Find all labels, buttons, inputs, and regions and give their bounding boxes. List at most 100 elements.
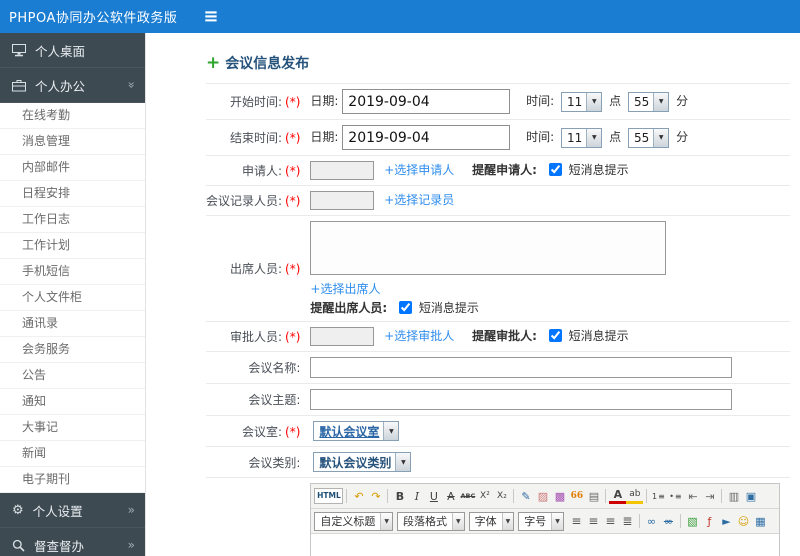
start-minute-select[interactable]: 55 ▼ xyxy=(627,91,670,112)
editor-toolbar-row2: 自定义标题 ▼ 段落格式 ▼ 字体 ▼ 字号 ▼ ≡ ≡ ≡ ≣ ∞ ∞ ▧ ƒ ► ☺ ▦ xyxy=(311,509,780,534)
separator xyxy=(346,489,348,503)
sidebar-item-supervision[interactable]: 督查督办 » xyxy=(0,528,145,556)
sidebar-item[interactable]: 电子期刊 xyxy=(0,467,145,493)
field-label: 会议类别: xyxy=(248,455,301,470)
select-approver-link[interactable]: +选择审批人 xyxy=(384,329,454,343)
chevron-right-icon: » xyxy=(127,503,135,517)
sidebar-item[interactable]: 会务服务 xyxy=(0,337,145,363)
indent-icon[interactable]: ⇥ xyxy=(701,487,718,506)
outdent-icon[interactable]: ⇤ xyxy=(684,487,701,506)
emoticon-icon[interactable]: ☺ xyxy=(735,512,752,531)
align-center-icon[interactable]: ≡ xyxy=(585,512,602,531)
remove-format-icon[interactable]: ABC xyxy=(459,487,476,506)
sidebar-header-label: 个人桌面 xyxy=(35,43,86,59)
field-label: 申请人: xyxy=(242,164,283,178)
eraser-icon[interactable]: ▨ xyxy=(534,487,551,506)
end-hour-select[interactable]: 11 ▼ xyxy=(561,127,603,148)
meeting-name-input[interactable] xyxy=(310,357,733,378)
meeting-room-select[interactable]: 默认会议室 ▼ xyxy=(313,421,400,441)
size-select[interactable]: 字号 ▼ xyxy=(518,511,564,531)
form-row-applicant: 申请人: (*) +选择申请人 提醒申请人: 短消息提示 xyxy=(206,156,790,186)
editor-content[interactable] xyxy=(311,534,780,556)
strikethrough-icon[interactable]: A xyxy=(442,487,459,506)
table-icon[interactable]: ▦ xyxy=(752,512,769,531)
sidebar-item[interactable]: 日程安排 xyxy=(0,181,145,207)
select-recorder-link[interactable]: +选择记录员 xyxy=(384,193,454,207)
select-value: 55 xyxy=(633,94,650,109)
meeting-category-select[interactable]: 默认会议类别 ▼ xyxy=(313,452,412,472)
applicant-input[interactable] xyxy=(310,161,375,180)
heading-select[interactable]: 自定义标题 ▼ xyxy=(314,511,394,531)
bold-icon[interactable]: B xyxy=(391,487,408,506)
separator xyxy=(638,514,640,528)
undo-icon[interactable]: ↶ xyxy=(350,487,367,506)
sms-remind-checkbox[interactable] xyxy=(399,301,413,314)
time-label: 时间: xyxy=(526,94,555,108)
sidebar-item[interactable]: 消息管理 xyxy=(0,129,145,155)
underline-icon[interactable]: U xyxy=(425,487,442,506)
attendees-textarea[interactable] xyxy=(310,221,667,275)
time-label: 时间: xyxy=(526,130,555,144)
fullscreen-icon[interactable]: ▣ xyxy=(742,487,759,506)
form-row-meeting-name: 会议名称: xyxy=(206,352,790,384)
palette-icon[interactable]: ▩ xyxy=(551,487,568,506)
align-right-icon[interactable]: ≡ xyxy=(602,512,619,531)
unlink-icon[interactable]: ∞ xyxy=(660,512,677,531)
sidebar-item[interactable]: 工作计划 xyxy=(0,233,145,259)
start-date-input[interactable] xyxy=(342,89,511,114)
sidebar-item[interactable]: 通知 xyxy=(0,389,145,415)
recorder-input[interactable] xyxy=(310,191,375,210)
html-source-icon[interactable]: HTML xyxy=(314,488,344,504)
flash-icon[interactable]: ƒ xyxy=(701,512,718,531)
sidebar-item[interactable]: 工作日志 xyxy=(0,207,145,233)
select-applicant-link[interactable]: +选择申请人 xyxy=(384,163,454,177)
field-label: 结束时间: xyxy=(230,131,283,145)
unordered-list-icon[interactable]: •≡ xyxy=(667,487,684,506)
text-color-icon[interactable]: A xyxy=(609,488,627,504)
separator xyxy=(679,514,681,528)
dropdown-label: 字号 xyxy=(524,515,547,528)
font-select[interactable]: 字体 ▼ xyxy=(468,511,515,531)
blockquote-icon[interactable]: 66 xyxy=(568,487,585,506)
sidebar-item-settings[interactable]: ⚙ 个人设置 » xyxy=(0,493,145,528)
subscript-icon[interactable]: X₂ xyxy=(493,487,510,506)
code-icon[interactable]: ▤ xyxy=(585,487,602,506)
link-icon[interactable]: ∞ xyxy=(643,512,660,531)
sidebar-item[interactable]: 大事记 xyxy=(0,415,145,441)
sidebar-item-office[interactable]: 个人办公 » xyxy=(0,68,145,103)
sidebar-item-desktop[interactable]: 个人桌面 xyxy=(0,33,145,68)
align-left-icon[interactable]: ≡ xyxy=(568,512,585,531)
image-icon[interactable]: ▧ xyxy=(684,512,701,531)
superscript-icon[interactable]: X² xyxy=(476,487,493,506)
field-label: 会议主题: xyxy=(248,393,301,407)
sidebar-item[interactable]: 内部邮件 xyxy=(0,155,145,181)
chevron-down-icon: ▼ xyxy=(452,512,464,530)
sidebar-item[interactable]: 在线考勤 xyxy=(0,103,145,129)
paragraph-select[interactable]: 段落格式 ▼ xyxy=(397,511,465,531)
select-attendees-link[interactable]: +选择出席人 xyxy=(310,282,380,296)
chevron-down-icon: » xyxy=(124,81,139,89)
align-justify-icon[interactable]: ≣ xyxy=(619,512,636,531)
sms-remind-checkbox[interactable] xyxy=(548,329,562,342)
italic-icon[interactable]: I xyxy=(408,487,425,506)
end-date-input[interactable] xyxy=(342,125,511,150)
sidebar-item[interactable]: 个人文件柜 xyxy=(0,285,145,311)
media-icon[interactable]: ► xyxy=(718,512,735,531)
sidebar-item[interactable]: 公告 xyxy=(0,363,145,389)
ordered-list-icon[interactable]: 1≡ xyxy=(650,487,667,506)
sidebar-header-label: 个人设置 xyxy=(32,503,83,519)
minute-unit-label: 分 xyxy=(676,94,689,108)
highlight-color-icon[interactable]: ab xyxy=(626,488,644,504)
end-minute-select[interactable]: 55 ▼ xyxy=(627,127,670,148)
approver-input[interactable] xyxy=(310,327,375,346)
preview-icon[interactable]: ▥ xyxy=(725,487,742,506)
sms-remind-checkbox[interactable] xyxy=(548,163,562,176)
sidebar-item[interactable]: 通讯录 xyxy=(0,311,145,337)
hamburger-icon[interactable]: ≡ xyxy=(203,7,218,26)
format-brush-icon[interactable]: ✎ xyxy=(517,487,534,506)
sidebar-item[interactable]: 手机短信 xyxy=(0,259,145,285)
sidebar-item[interactable]: 新闻 xyxy=(0,441,145,467)
redo-icon[interactable]: ↷ xyxy=(367,487,384,506)
start-hour-select[interactable]: 11 ▼ xyxy=(561,91,603,112)
meeting-subject-input[interactable] xyxy=(310,389,733,410)
